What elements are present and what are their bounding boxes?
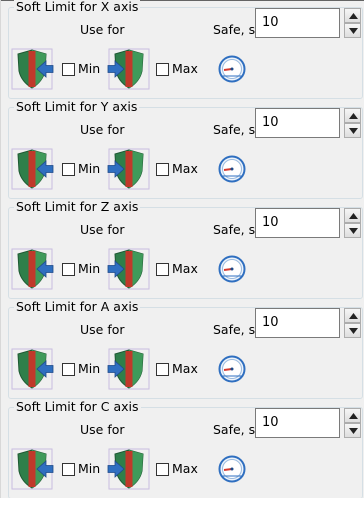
value-spinner xyxy=(344,208,361,238)
shield-max-arrow-icon xyxy=(107,47,151,91)
soft-limits-panel: Soft Limit for X axis Use for Safe, slow… xyxy=(0,0,364,506)
group-title: Soft Limit for X axis xyxy=(14,0,141,15)
shield-min-arrow-icon xyxy=(10,47,54,91)
spin-down-arrow-icon xyxy=(349,28,358,34)
use-for-label: Use for xyxy=(80,22,125,37)
shield-max-arrow-icon xyxy=(107,247,151,291)
spin-up-arrow-icon xyxy=(349,13,358,19)
safe-slow-input[interactable]: 10 xyxy=(255,108,340,138)
shield-min-arrow-icon xyxy=(10,247,54,291)
axis-group: Soft Limit for C axis Use for Safe, slow… xyxy=(8,399,363,499)
shield-max-arrow-icon xyxy=(107,147,151,191)
min-label: Min xyxy=(78,461,101,476)
safe-slow-input[interactable]: 10 xyxy=(255,8,340,38)
max-checkbox[interactable] xyxy=(156,363,169,376)
value-spinner xyxy=(344,108,361,138)
min-checkbox[interactable] xyxy=(62,163,75,176)
max-checkbox[interactable] xyxy=(156,63,169,76)
use-for-label: Use for xyxy=(80,422,125,437)
spin-down-arrow-icon xyxy=(349,128,358,134)
min-label: Min xyxy=(78,61,101,76)
spin-up-arrow-icon xyxy=(349,413,358,419)
spin-up-button[interactable] xyxy=(344,208,361,223)
speed-gauge-icon xyxy=(218,255,246,283)
min-checkbox[interactable] xyxy=(62,63,75,76)
shield-min-arrow-icon xyxy=(10,347,54,391)
spin-up-button[interactable] xyxy=(344,308,361,323)
spin-up-arrow-icon xyxy=(349,213,358,219)
safe-slow-input[interactable]: 10 xyxy=(255,308,340,338)
axis-group: Soft Limit for A axis Use for Safe, slow… xyxy=(8,299,363,399)
max-checkbox[interactable] xyxy=(156,263,169,276)
shield-max-arrow-icon xyxy=(107,447,151,491)
spin-down-button[interactable] xyxy=(344,323,361,338)
axis-group: Soft Limit for X axis Use for Safe, slow… xyxy=(8,0,363,99)
min-label: Min xyxy=(78,361,101,376)
spin-down-button[interactable] xyxy=(344,223,361,238)
spin-up-arrow-icon xyxy=(349,313,358,319)
min-label: Min xyxy=(78,161,101,176)
spin-down-arrow-icon xyxy=(349,428,358,434)
spin-down-button[interactable] xyxy=(344,23,361,38)
max-checkbox[interactable] xyxy=(156,463,169,476)
value-spinner xyxy=(344,308,361,338)
speed-gauge-icon xyxy=(218,455,246,483)
spin-up-button[interactable] xyxy=(344,108,361,123)
safe-slow-input[interactable]: 10 xyxy=(255,408,340,438)
shield-max-arrow-icon xyxy=(107,347,151,391)
group-title: Soft Limit for C axis xyxy=(14,399,141,415)
left-border xyxy=(0,0,1,506)
max-label: Max xyxy=(172,261,198,276)
spin-down-button[interactable] xyxy=(344,123,361,138)
spin-down-arrow-icon xyxy=(349,328,358,334)
min-checkbox[interactable] xyxy=(62,363,75,376)
spin-up-arrow-icon xyxy=(349,113,358,119)
spin-up-button[interactable] xyxy=(344,8,361,23)
max-label: Max xyxy=(172,161,198,176)
safe-slow-input[interactable]: 10 xyxy=(255,208,340,238)
bottom-band xyxy=(0,498,364,506)
max-checkbox[interactable] xyxy=(156,163,169,176)
use-for-label: Use for xyxy=(80,122,125,137)
max-label: Max xyxy=(172,361,198,376)
speed-gauge-icon xyxy=(218,155,246,183)
speed-gauge-icon xyxy=(218,55,246,83)
spin-down-button[interactable] xyxy=(344,423,361,438)
group-title: Soft Limit for Z axis xyxy=(14,199,141,215)
value-spinner xyxy=(344,408,361,438)
value-spinner xyxy=(344,8,361,38)
group-title: Soft Limit for A axis xyxy=(14,299,141,315)
use-for-label: Use for xyxy=(80,222,125,237)
spin-down-arrow-icon xyxy=(349,228,358,234)
shield-min-arrow-icon xyxy=(10,447,54,491)
use-for-label: Use for xyxy=(80,322,125,337)
speed-gauge-icon xyxy=(218,355,246,383)
axis-group: Soft Limit for Y axis Use for Safe, slow… xyxy=(8,99,363,199)
spin-up-button[interactable] xyxy=(344,408,361,423)
shield-min-arrow-icon xyxy=(10,147,54,191)
min-checkbox[interactable] xyxy=(62,263,75,276)
group-title: Soft Limit for Y axis xyxy=(14,99,140,115)
max-label: Max xyxy=(172,461,198,476)
min-label: Min xyxy=(78,261,101,276)
axis-group: Soft Limit for Z axis Use for Safe, slow… xyxy=(8,199,363,299)
min-checkbox[interactable] xyxy=(62,463,75,476)
max-label: Max xyxy=(172,61,198,76)
